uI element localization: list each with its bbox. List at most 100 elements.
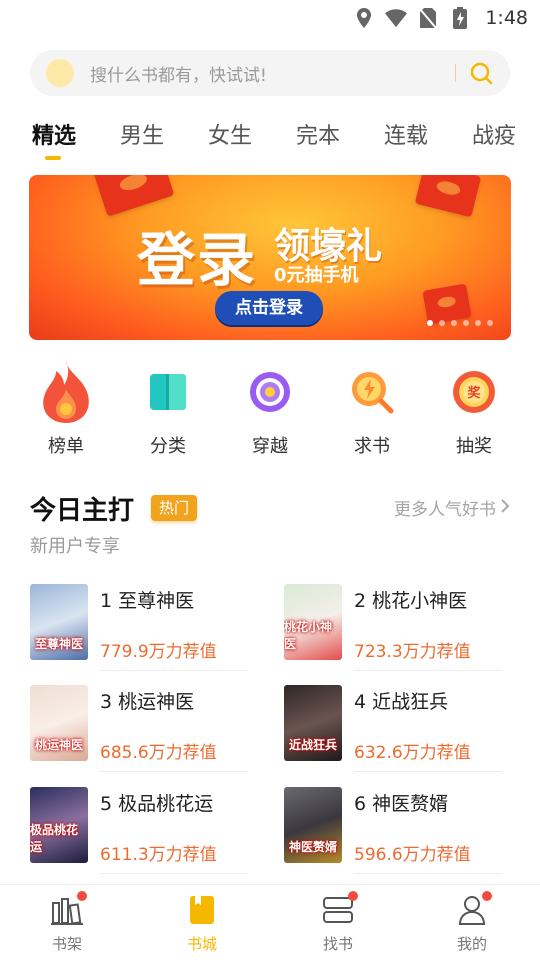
entry-label: 穿越 — [252, 436, 288, 457]
book-score: 685.6万力荐值 — [100, 743, 217, 763]
bookstore-icon — [162, 893, 242, 927]
book-cover: 至尊神医 — [30, 584, 88, 660]
banner-subtitle: 0元抽手机 — [274, 265, 359, 286]
find-book-icon — [298, 891, 378, 927]
hot-badge: 热门 — [151, 495, 198, 521]
nav-label: 找书 — [322, 935, 353, 953]
wifi-icon — [385, 7, 408, 29]
search-bar[interactable]: 搜什么书都有，快试试! — [30, 50, 510, 96]
divider — [354, 670, 502, 671]
login-button[interactable]: 点击登录 — [215, 291, 323, 325]
promo-banner[interactable]: 登录 领壕礼 0元抽手机 点击登录 — [29, 175, 511, 340]
search-icon[interactable] — [468, 60, 494, 86]
book-cover: 极品桃花运 — [30, 787, 88, 863]
book-cover: 神医赘婿 — [284, 787, 342, 863]
book-item[interactable]: 极品桃花运 5 极品桃花运 611.3万力荐值 — [30, 787, 250, 877]
pagination-dot — [475, 320, 481, 326]
entry-label: 分类 — [150, 436, 186, 457]
book-title: 3 桃运神医 — [100, 691, 195, 713]
book-title: 6 神医赘婿 — [354, 793, 449, 815]
tab-indicator — [45, 156, 61, 160]
no-sim-icon — [417, 7, 439, 29]
tab-male[interactable]: 男生 — [120, 118, 164, 150]
profile-icon — [432, 891, 512, 927]
book-title: 2 桃花小神医 — [354, 590, 468, 612]
notification-dot — [348, 891, 358, 901]
fire-icon — [26, 358, 106, 426]
book-cover: 桃运神医 — [30, 685, 88, 761]
status-time: 1:48 — [485, 7, 528, 29]
book-score: 632.6万力荐值 — [354, 743, 471, 763]
bookshelf-icon — [27, 891, 107, 927]
pagination-dot — [439, 320, 445, 326]
book-score: 723.3万力荐值 — [354, 642, 471, 662]
search-divider — [455, 64, 456, 82]
search-book-icon — [332, 358, 412, 426]
more-label: 更多人气好书 — [394, 500, 496, 520]
more-popular-link[interactable]: 更多人气好书 — [394, 495, 510, 520]
book-title: 4 近战狂兵 — [354, 691, 449, 713]
book-cover: 桃花小神医 — [284, 584, 342, 660]
svg-text:奖: 奖 — [467, 385, 481, 401]
nav-profile[interactable]: 我的 — [432, 891, 512, 954]
category-tabs: 精选 男生 女生 完本 连载 战疫 — [0, 112, 540, 162]
banner-pagination — [427, 320, 493, 326]
book-score: 779.9万力荐值 — [100, 642, 217, 662]
book-title: 1 至尊神医 — [100, 590, 195, 612]
nav-label: 书城 — [186, 935, 217, 953]
pagination-dot — [451, 320, 457, 326]
entry-request-book[interactable]: 求书 — [332, 358, 412, 458]
tab-completed[interactable]: 完本 — [296, 118, 340, 150]
book-item[interactable]: 神医赘婿 6 神医赘婿 596.6万力荐值 — [284, 787, 504, 877]
lottery-icon: 奖 — [434, 358, 514, 426]
divider — [100, 771, 248, 772]
tab-featured[interactable]: 精选 — [32, 118, 76, 150]
banner-title: 登录 — [137, 226, 258, 294]
divider — [354, 771, 502, 772]
book-score: 596.6万力荐值 — [354, 845, 471, 865]
tab-epidemic[interactable]: 战疫 — [472, 118, 516, 150]
book-item[interactable]: 至尊神医 1 至尊神医 779.9万力荐值 — [30, 584, 250, 674]
notification-dot — [482, 891, 492, 901]
nav-bookstore[interactable]: 书城 — [162, 893, 242, 954]
pagination-dot — [487, 320, 493, 326]
divider — [100, 670, 248, 671]
section-title: 今日主打 — [30, 496, 135, 526]
book-item[interactable]: 桃运神医 3 桃运神医 685.6万力荐值 — [30, 685, 250, 775]
status-bar: 1:48 — [0, 0, 540, 36]
portal-icon — [230, 358, 310, 426]
tab-serial[interactable]: 连载 — [384, 118, 428, 150]
nav-find-book[interactable]: 找书 — [298, 891, 378, 954]
pagination-dot — [463, 320, 469, 326]
chevron-right-icon — [500, 498, 510, 518]
entry-label: 抽奖 — [456, 436, 492, 457]
entry-ranking[interactable]: 榜单 — [26, 358, 106, 458]
divider — [354, 873, 502, 874]
book-score: 611.3万力荐值 — [100, 845, 217, 865]
entry-label: 榜单 — [48, 436, 84, 457]
book-category-icon — [128, 358, 208, 426]
book-item[interactable]: 近战狂兵 4 近战狂兵 632.6万力荐值 — [284, 685, 504, 775]
entry-label: 求书 — [354, 436, 390, 457]
red-envelope-icon — [422, 283, 472, 325]
entry-category[interactable]: 分类 — [128, 358, 208, 458]
section-subtitle: 新用户专享 — [30, 536, 120, 557]
entry-time-travel[interactable]: 穿越 — [230, 358, 310, 458]
entry-lottery[interactable]: 奖 抽奖 — [434, 358, 514, 458]
search-input[interactable]: 搜什么书都有，快试试! — [90, 61, 455, 86]
nav-label: 书架 — [51, 935, 82, 953]
book-item[interactable]: 桃花小神医 2 桃花小神医 723.3万力荐值 — [284, 584, 504, 674]
nav-label: 我的 — [456, 935, 487, 953]
bottom-navigation: 书架 书城 找书 我的 — [0, 884, 540, 960]
red-envelope-icon — [414, 175, 482, 218]
notification-dot — [77, 891, 87, 901]
search-avatar-icon — [46, 59, 74, 87]
divider — [100, 873, 248, 874]
book-title: 5 极品桃花运 — [100, 793, 214, 815]
tab-female[interactable]: 女生 — [208, 118, 252, 150]
book-cover: 近战狂兵 — [284, 685, 342, 761]
location-icon — [353, 7, 375, 29]
nav-bookshelf[interactable]: 书架 — [27, 891, 107, 954]
red-envelope-icon — [93, 175, 175, 217]
pagination-dot — [427, 320, 433, 326]
